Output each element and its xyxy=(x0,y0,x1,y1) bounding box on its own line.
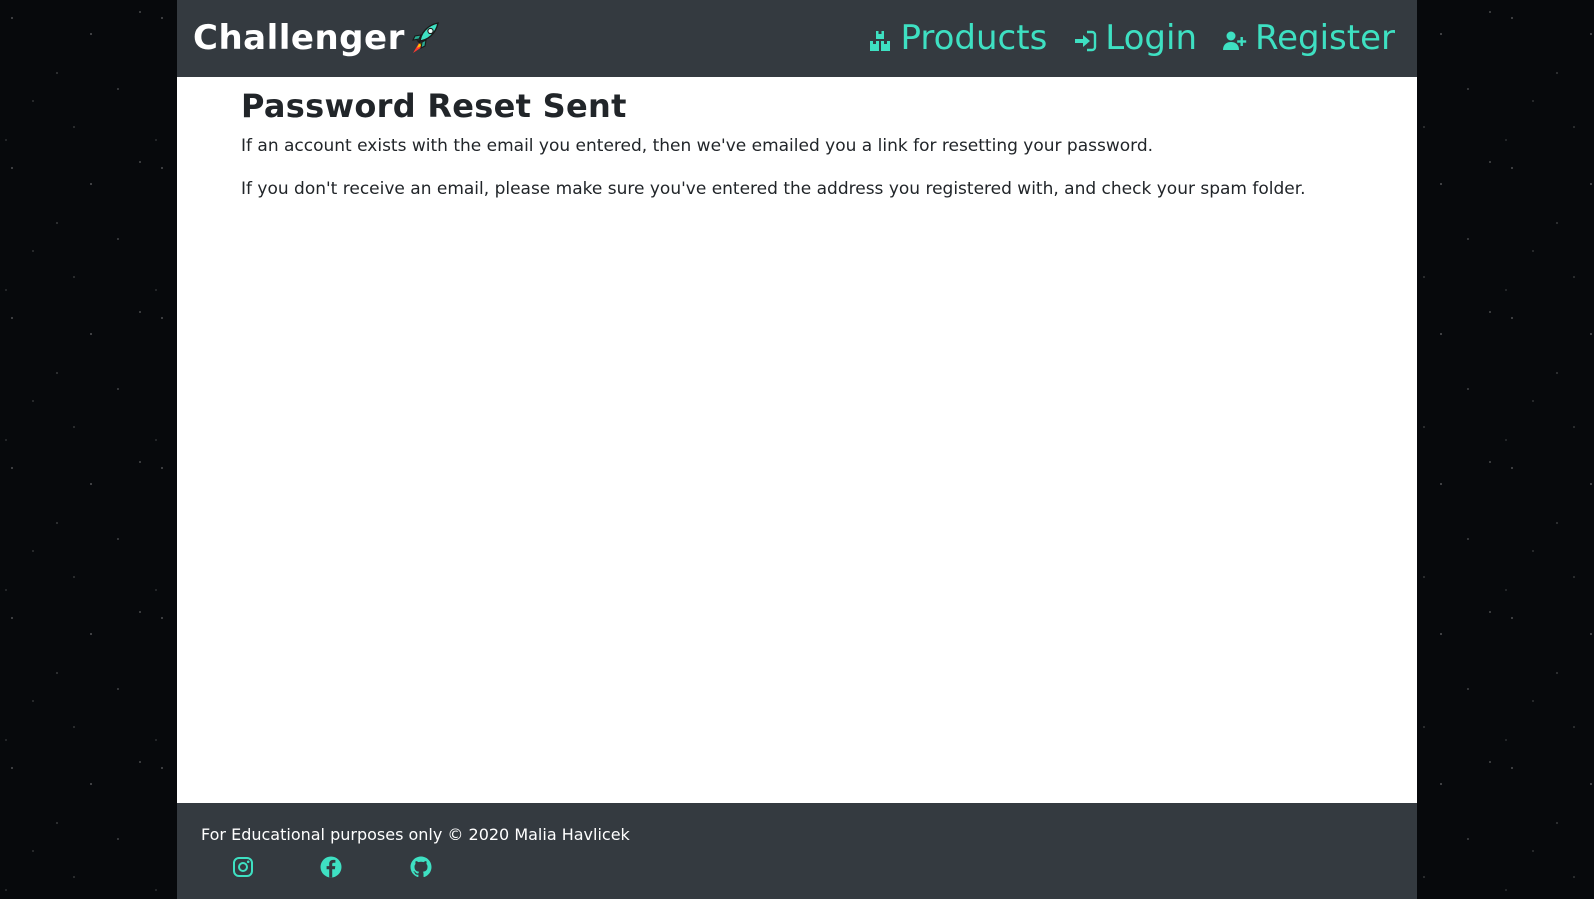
main-content: Password Reset Sent If an account exists… xyxy=(241,86,1381,201)
page-title: Password Reset Sent xyxy=(241,87,627,125)
facebook-icon[interactable] xyxy=(319,855,343,879)
brand-link[interactable]: Challenger xyxy=(193,16,405,60)
nav-register-label: Register xyxy=(1255,18,1395,58)
navbar: Challenger Products Login Register xyxy=(177,0,1417,77)
reset-message-1: If an account exists with the email you … xyxy=(241,136,1154,156)
nav-login-label: Login xyxy=(1105,18,1198,58)
nav-products-link[interactable]: Products xyxy=(868,16,1047,60)
reset-message-2: If you don't receive an email, please ma… xyxy=(241,179,1306,199)
user-plus-icon xyxy=(1223,31,1247,50)
nav-products-label: Products xyxy=(900,18,1048,58)
page-container: Challenger Products Login Register Passw… xyxy=(177,0,1417,899)
footer: For Educational purposes only © 2020 Mal… xyxy=(177,803,1417,899)
boxes-icon xyxy=(870,31,891,51)
nav-login-link[interactable]: Login xyxy=(1073,16,1197,60)
nav-register-link[interactable]: Register xyxy=(1223,16,1395,60)
github-icon[interactable] xyxy=(409,855,433,879)
footer-copyright: For Educational purposes only © 2020 Mal… xyxy=(201,825,630,844)
sign-in-icon xyxy=(1075,30,1097,52)
nav-links: Products Login Register xyxy=(842,16,1395,60)
rocket-icon xyxy=(405,20,441,56)
instagram-icon[interactable] xyxy=(231,855,255,879)
